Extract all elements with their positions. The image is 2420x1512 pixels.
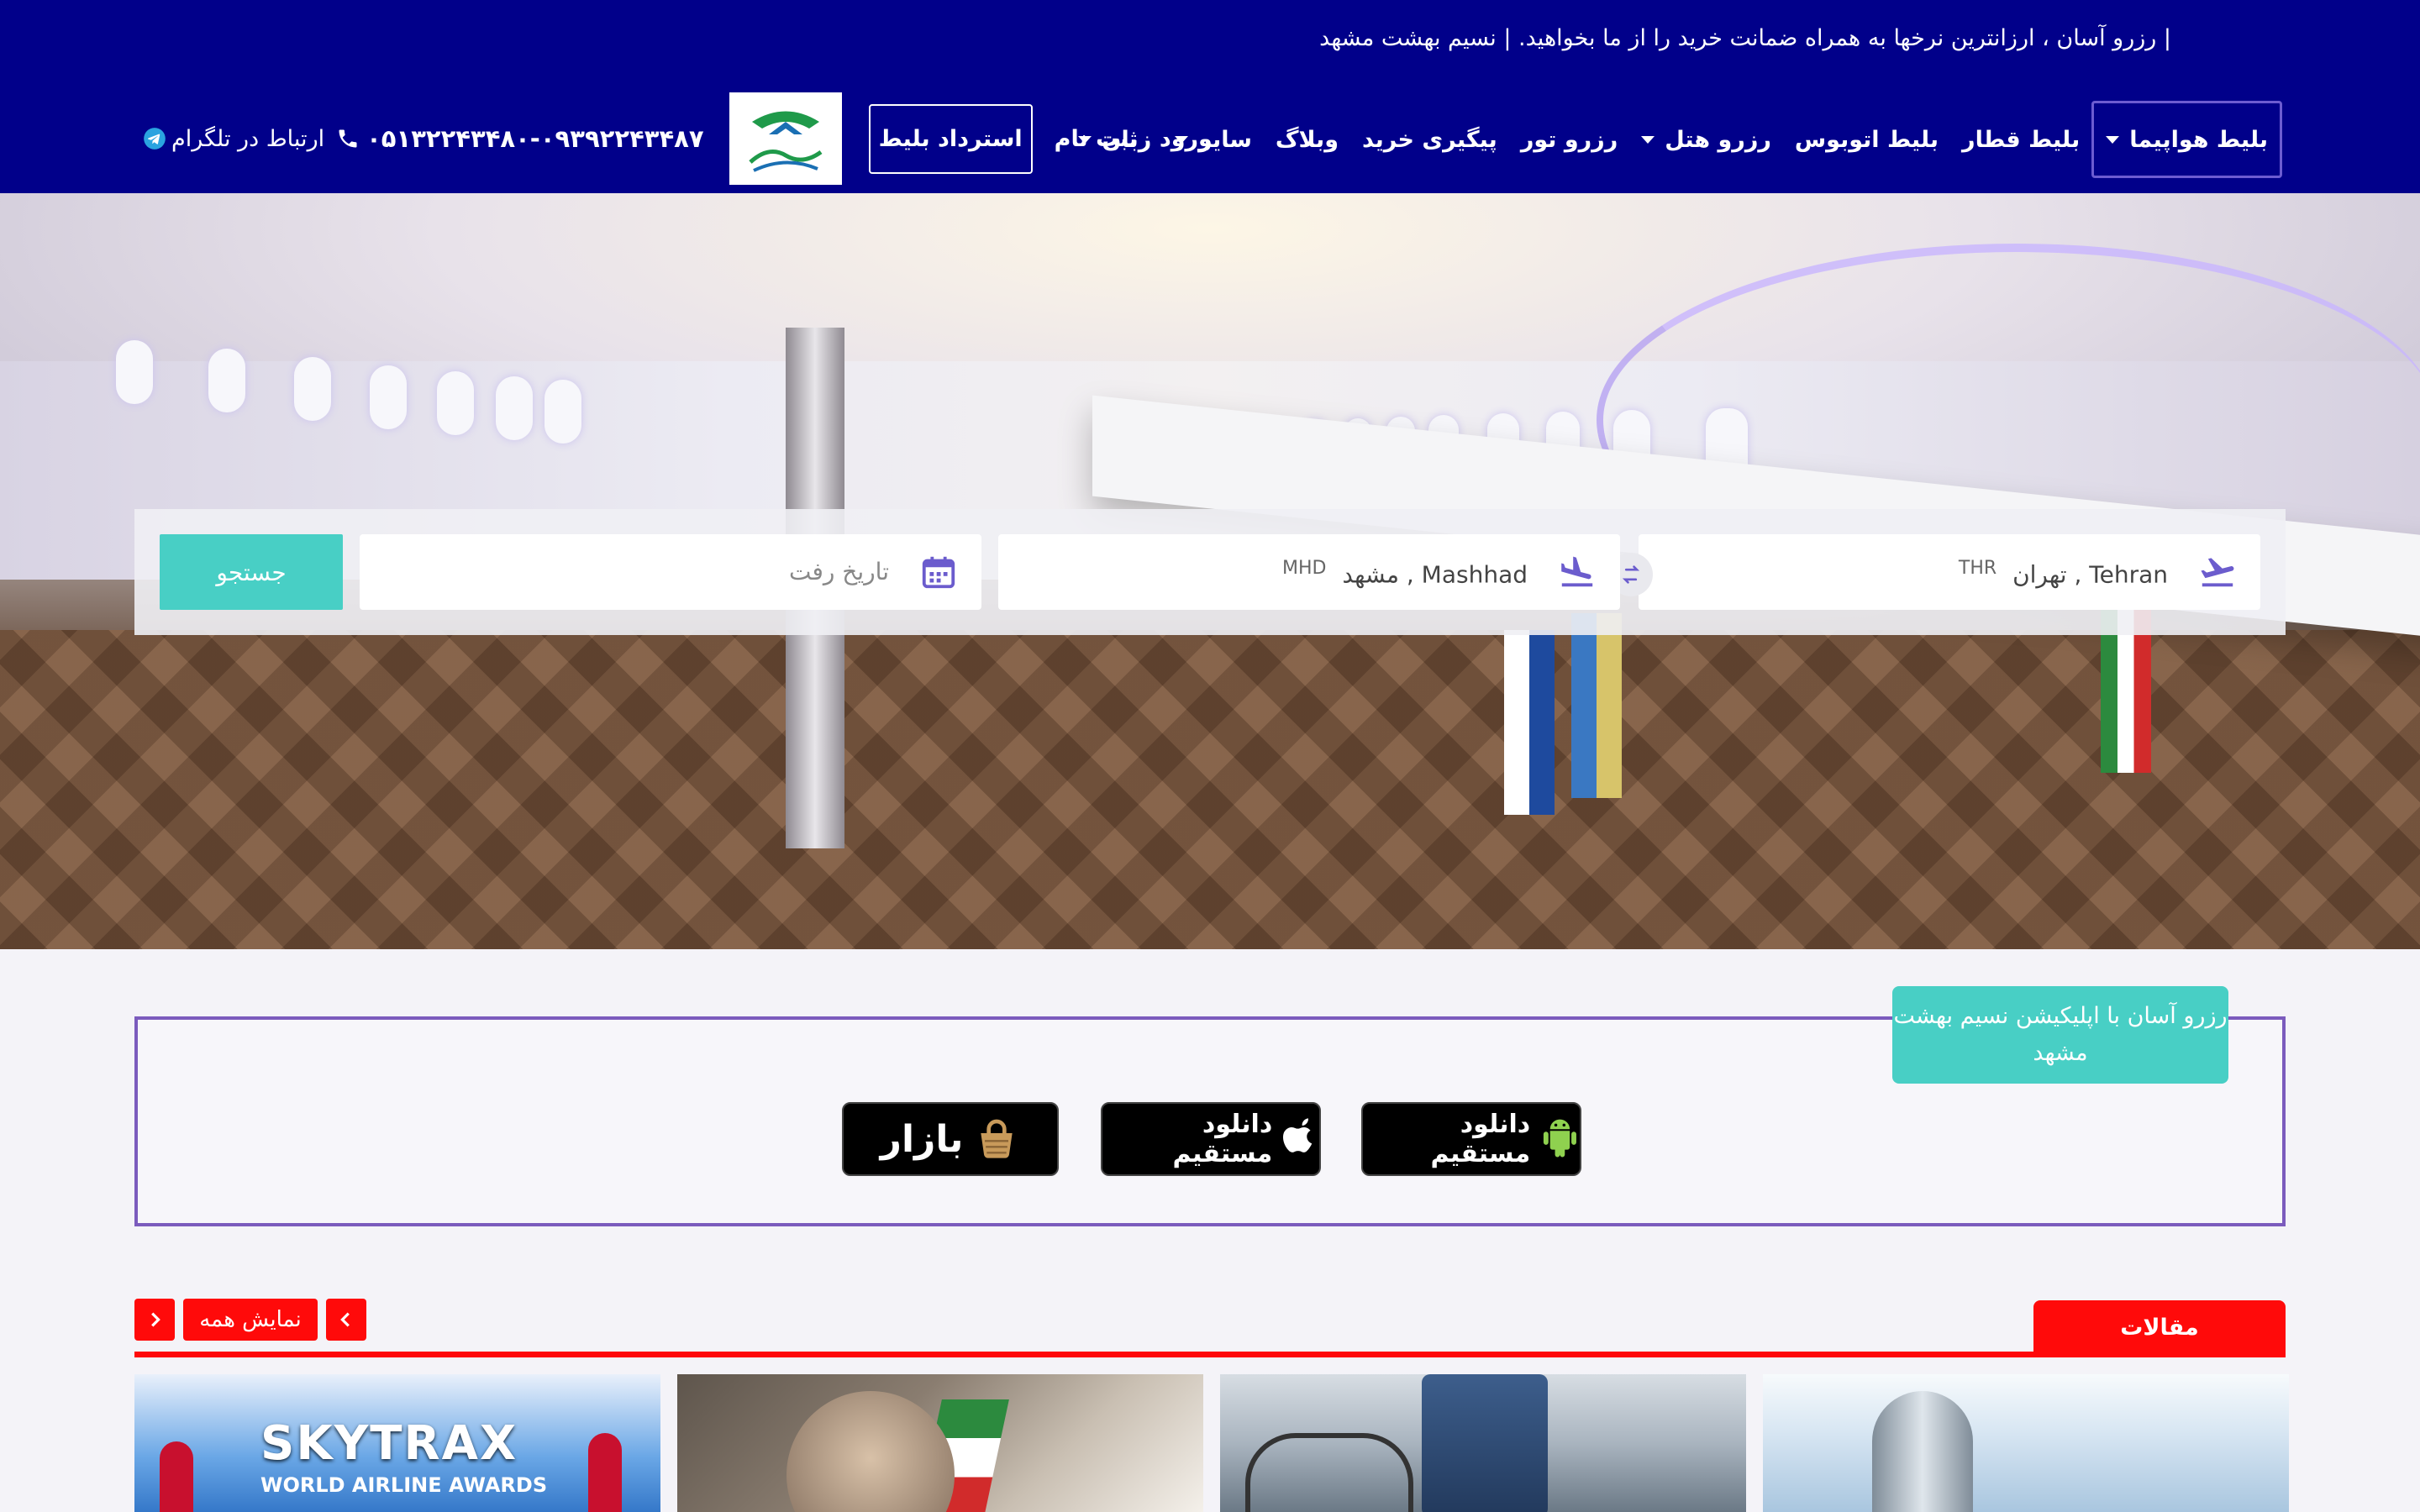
nav-tour-label: رزرو تور <box>1520 126 1618 153</box>
origin-field[interactable]: Tehran , تهران THR <box>1639 534 2260 610</box>
app-download-box: رزرو آسان با اپلیکیشن نسیم بهشت مشهد دان… <box>134 986 2286 1226</box>
site-logo[interactable] <box>729 92 842 185</box>
top-header: | رزرو آسان ، ارزانترین نرخها به همراه ض… <box>0 0 2420 193</box>
date-placeholder: تاریخ رفت <box>788 558 889 585</box>
register-link[interactable]: ثبت نام <box>1055 126 1138 152</box>
articles-title: مقالات <box>2033 1300 2286 1354</box>
nav-train-ticket[interactable]: بلیط قطار <box>1950 101 2091 178</box>
article-card[interactable] <box>1220 1374 1746 1512</box>
telegram-label: ارتباط در تلگرام <box>171 125 325 152</box>
contact-info: ۰۵۱۳۲۲۴۳۴۸۰-۰۹۳۹۲۲۴۳۴۸۷ ارتباط در تلگرام <box>143 124 704 153</box>
cabin-window <box>544 380 581 444</box>
nav-blog-label: وبلاگ <box>1275 126 1339 153</box>
android-download-button[interactable]: دانلود مستقیم <box>1361 1102 1581 1176</box>
cabin-window <box>208 349 245 412</box>
cabin-window <box>496 376 533 440</box>
portrait <box>786 1391 955 1512</box>
person-figure <box>588 1433 622 1512</box>
cabin-window <box>370 365 407 429</box>
origin-text: Tehran , تهران THR <box>1959 558 2168 588</box>
flag <box>1504 630 1555 815</box>
bazaar-bag-icon <box>981 1119 1013 1158</box>
departure-date-field[interactable]: تاریخ رفت <box>360 534 981 610</box>
destination-field[interactable]: Mashhad , مشهد MHD <box>998 534 1620 610</box>
telegram-icon <box>144 128 166 150</box>
article-card[interactable] <box>677 1374 1203 1512</box>
article-card[interactable] <box>1763 1374 2289 1512</box>
origin-city: Tehran , تهران <box>2012 560 2168 589</box>
article-card[interactable]: SKYTRAX WORLD AIRLINE AWARDS <box>134 1374 660 1512</box>
login-link[interactable]: ورود <box>1160 126 1213 152</box>
takeoff-icon <box>2201 558 2234 587</box>
phone-icon <box>339 129 357 148</box>
nav-hotel[interactable]: رزرو هتل <box>1629 101 1783 178</box>
chevron-left-icon <box>151 1312 160 1327</box>
nav-track-purchase[interactable]: پیگیری خرید <box>1350 101 1509 178</box>
cabin-window <box>294 357 331 421</box>
traveler-figure <box>1422 1374 1548 1512</box>
nav-bus-ticket-label: بلیط اتوبوس <box>1794 126 1939 153</box>
phone-number[interactable]: ۰۵۱۳۲۲۴۳۴۸۰-۰۹۳۹۲۲۴۳۴۸۷ <box>366 124 703 153</box>
search-button[interactable]: جستجو <box>160 534 343 610</box>
cabin-window <box>116 340 153 404</box>
nav-tour[interactable]: رزرو تور <box>1509 101 1629 178</box>
articles-header: مقالات نمایش همه <box>134 1299 2286 1357</box>
origin-code: THR <box>1958 558 1997 579</box>
chevron-right-icon <box>340 1312 350 1327</box>
skytrax-title: SKYTRAX <box>260 1416 518 1471</box>
header-actions: ورود ثبت نام استرداد بلیط ۰۵۱۳۲۲۴۳۴۸۰-۰۹… <box>143 92 1213 185</box>
destination-city: Mashhad , مشهد <box>1342 560 1528 589</box>
nav-flight-ticket-label: بلیط هواپیما <box>2129 126 2268 153</box>
calendar-icon <box>922 556 955 589</box>
landing-icon <box>1561 556 1593 587</box>
show-all-button[interactable]: نمایش همه <box>183 1299 318 1341</box>
bazaar-label: بازار <box>880 1117 964 1161</box>
articles-prev-button[interactable] <box>134 1299 175 1341</box>
main-nav: بلیط هواپیما بلیط قطار بلیط اتوبوس رزرو … <box>1066 101 2282 178</box>
nav-bus-ticket[interactable]: بلیط اتوبوس <box>1783 101 1950 178</box>
nav-track-purchase-label: پیگیری خرید <box>1361 126 1497 153</box>
cabin-window <box>437 371 474 435</box>
bazaar-download-button[interactable]: بازار <box>842 1102 1059 1176</box>
nav-flight-ticket[interactable]: بلیط هواپیما <box>2091 101 2282 178</box>
chevron-down-icon <box>1641 135 1655 144</box>
destination-text: Mashhad , مشهد MHD <box>1282 558 1528 588</box>
destination-code: MHD <box>1282 558 1327 579</box>
android-download-label: دانلود مستقیم <box>1430 1110 1531 1168</box>
nav-hotel-label: رزرو هتل <box>1665 126 1771 153</box>
ios-download-button[interactable]: دانلود مستقیم <box>1101 1102 1321 1176</box>
flight-search-form: Tehran , تهران THR Mashhad , مشهد MHD تا… <box>134 509 2286 635</box>
site-tagline: | رزرو آسان ، ارزانترین نرخها به همراه ض… <box>1319 25 2171 51</box>
articles-divider <box>134 1352 2286 1357</box>
nav-blog[interactable]: وبلاگ <box>1264 101 1350 178</box>
flag <box>1571 613 1622 798</box>
ios-download-label: دانلود مستقیم <box>1172 1110 1273 1168</box>
chevron-down-icon <box>2106 135 2120 144</box>
logo-icon <box>748 111 823 172</box>
app-promo-title: رزرو آسان با اپلیکیشن نسیم بهشت مشهد <box>1892 986 2228 1084</box>
skytrax-subtitle: WORLD AIRLINE AWARDS <box>260 1473 548 1497</box>
control-tower <box>1872 1391 1973 1512</box>
refund-ticket-button[interactable]: استرداد بلیط <box>868 103 1033 174</box>
apple-icon <box>1283 1118 1313 1152</box>
android-icon <box>1544 1119 1577 1158</box>
articles-next-button[interactable] <box>326 1299 366 1341</box>
escalator-rail <box>1245 1433 1413 1512</box>
swap-icon <box>1622 565 1640 584</box>
hero-floor <box>0 630 2420 949</box>
telegram-link[interactable]: ارتباط در تلگرام <box>143 126 324 152</box>
person-figure <box>160 1441 193 1512</box>
nav-train-ticket-label: بلیط قطار <box>1962 126 2081 153</box>
